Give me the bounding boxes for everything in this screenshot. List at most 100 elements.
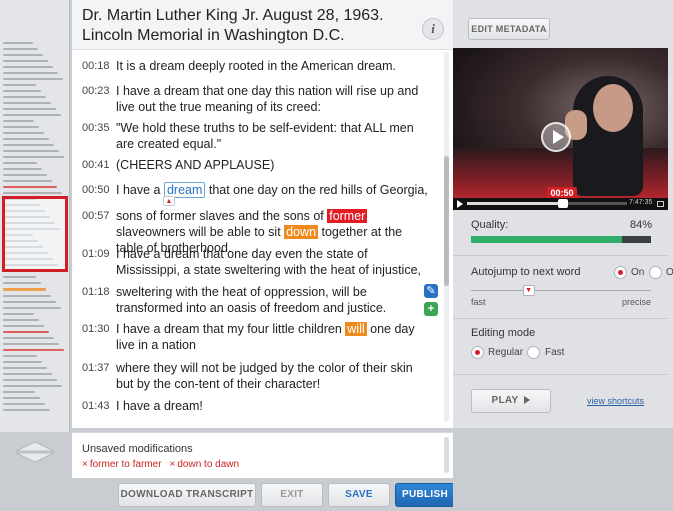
scrollbar-thumb[interactable] — [444, 156, 449, 286]
transcript-row: 01:09 I have a dream that one day even th… — [72, 246, 432, 278]
minimap-line — [3, 367, 47, 369]
transcript-title: Dr. Martin Luther King Jr. August 28, 19… — [82, 7, 384, 44]
editing-regular-radio[interactable] — [471, 346, 484, 359]
minimap-line — [3, 288, 46, 291]
minimap-nav[interactable] — [0, 432, 70, 472]
row-text[interactable]: "We hold these truths to be self-evident… — [116, 120, 428, 152]
view-shortcuts-link[interactable]: view shortcuts — [587, 396, 644, 406]
row-text[interactable]: I have a dream that my four little child… — [116, 321, 428, 353]
minimap-line — [3, 132, 44, 134]
row-text[interactable]: (CHEERS AND APPLAUSE) — [116, 157, 428, 173]
right-bottom-area — [453, 428, 673, 511]
minimap-line — [3, 42, 33, 44]
video-controls[interactable]: 7:47:35 — [453, 198, 668, 210]
minimap-line — [3, 144, 54, 146]
video-progress-fill — [467, 202, 563, 205]
slider-precise-label: precise — [622, 297, 652, 307]
minimap-line — [3, 343, 59, 345]
play-icon[interactable] — [457, 200, 463, 208]
video-progress-handle[interactable] — [558, 199, 568, 208]
text-segment: slaveowners will be able to sit — [116, 225, 285, 239]
row-text[interactable]: where they will not be judged by the col… — [116, 360, 428, 392]
video-progress-track[interactable] — [467, 199, 627, 208]
transcript-header: Dr. Martin Luther King Jr. August 28, 19… — [72, 0, 453, 50]
remove-modification-icon[interactable]: × — [170, 459, 176, 470]
row-text[interactable]: It is a dream deeply rooted in the Ameri… — [116, 58, 428, 74]
row-text[interactable]: sweltering with the heat of oppression, … — [116, 284, 428, 316]
row-timestamp[interactable]: 00:23 — [72, 83, 116, 115]
row-text[interactable]: I have a dream! — [116, 398, 428, 414]
minimap-line — [3, 150, 59, 152]
pencil-icon[interactable]: ✎ — [424, 284, 438, 298]
row-timestamp[interactable]: 01:18 — [72, 284, 116, 316]
modification-item[interactable]: × down to dawn — [170, 459, 240, 470]
minimap-line — [3, 84, 36, 86]
minimap-scroll-icon[interactable] — [12, 440, 58, 464]
divider — [453, 374, 668, 375]
play-button[interactable]: PLAY — [471, 389, 551, 413]
highlighted-word[interactable]: will — [345, 322, 367, 336]
download-label: DOWNLOAD TRANSCRIPT — [120, 489, 254, 500]
caret-up-icon[interactable]: ▲ — [163, 196, 175, 206]
minimap-line — [3, 397, 40, 399]
exit-button[interactable]: EXIT — [261, 483, 323, 507]
autojump-slider-handle[interactable]: ▼ — [522, 285, 535, 296]
remove-modification-icon[interactable]: × — [82, 459, 88, 470]
transcript-minimap[interactable] — [0, 0, 70, 432]
save-button[interactable]: SAVE — [328, 483, 390, 507]
modification-item[interactable]: × former to farmer — [82, 459, 162, 470]
minimap-line — [3, 78, 63, 80]
divider — [453, 255, 668, 256]
row-timestamp[interactable]: 00:41 — [72, 157, 116, 173]
minimap-line — [3, 349, 64, 351]
row-timestamp[interactable]: 01:30 — [72, 321, 116, 353]
row-timestamp[interactable]: 00:35 — [72, 120, 116, 152]
divider — [453, 318, 668, 319]
transcript-row: 01:30 I have a dream that my four little … — [72, 321, 432, 353]
play-icon[interactable] — [541, 122, 571, 152]
editing-regular-label: Regular — [488, 347, 524, 358]
row-timestamp[interactable]: 01:43 — [72, 398, 116, 414]
unsaved-title: Unsaved modifications — [82, 443, 193, 455]
editing-mode-label: Editing mode — [471, 327, 536, 339]
autojump-off-radio[interactable] — [649, 266, 662, 279]
row-timestamp[interactable]: 00:18 — [72, 58, 116, 74]
row-timestamp[interactable]: 01:09 — [72, 246, 116, 278]
edit-metadata-button[interactable]: EDIT METADATA — [468, 18, 550, 40]
minimap-line — [3, 192, 62, 194]
minimap-viewport[interactable] — [2, 196, 68, 272]
text-segment: I have a dream! — [116, 399, 203, 413]
row-timestamp[interactable]: 00:50 — [72, 182, 116, 198]
fullscreen-icon[interactable] — [657, 201, 664, 207]
minimap-line — [3, 168, 42, 170]
row-text[interactable]: I have a dream that one day this nation … — [116, 83, 428, 115]
minimap-line — [3, 319, 39, 321]
video-speaker-head — [593, 84, 633, 132]
editing-fast-radio[interactable] — [527, 346, 540, 359]
transcript-row: 00:23 I have a dream that one day this na… — [72, 83, 432, 115]
autojump-slider-track[interactable] — [471, 290, 651, 291]
transcript-scrollbar[interactable] — [444, 52, 449, 422]
video-player[interactable] — [453, 48, 668, 198]
quality-bar-fill — [471, 236, 623, 243]
quality-label: Quality: — [471, 219, 509, 231]
download-transcript-button[interactable]: DOWNLOAD TRANSCRIPT ▼ — [118, 483, 256, 507]
minimap-line — [3, 102, 51, 104]
minimap-line — [3, 72, 58, 74]
transcript-panel: Dr. Martin Luther King Jr. August 28, 19… — [72, 0, 453, 428]
minimap-line — [3, 60, 48, 62]
row-text[interactable]: I have a dream that one day even the sta… — [116, 246, 428, 278]
text-segment: sweltering with the heat of oppression, … — [116, 285, 387, 315]
minimap-line — [3, 355, 37, 357]
autojump-on-radio[interactable] — [614, 266, 627, 279]
minimap-line — [3, 108, 56, 110]
publish-button[interactable]: PUBLISH — [395, 483, 455, 507]
highlighted-word[interactable]: down — [284, 225, 319, 239]
row-timestamp[interactable]: 01:37 — [72, 360, 116, 392]
plus-icon[interactable]: + — [424, 302, 438, 316]
highlighted-word[interactable]: former — [327, 209, 368, 223]
video-duration: 7:47:35 — [629, 199, 653, 206]
info-icon[interactable]: i — [422, 18, 444, 40]
unsaved-scrollbar[interactable] — [444, 437, 449, 473]
minimap-line — [3, 276, 36, 278]
